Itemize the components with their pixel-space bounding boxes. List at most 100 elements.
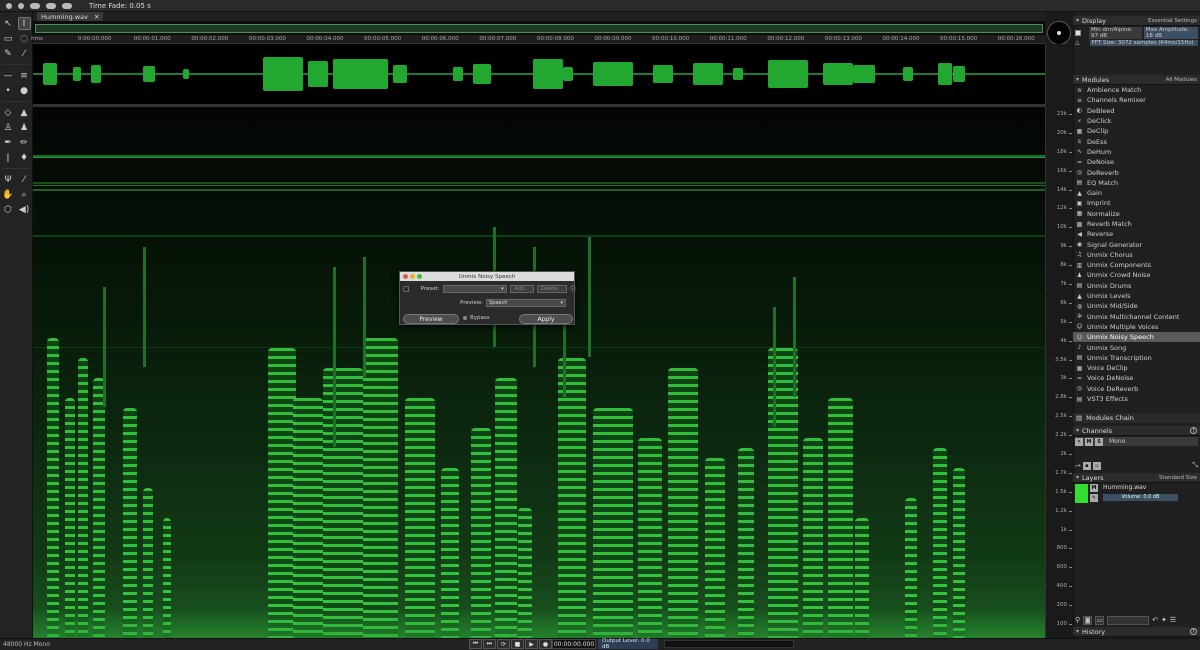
preset-icon[interactable]: ▢ — [403, 285, 410, 293]
undo-icon[interactable]: ↶ — [1152, 616, 1158, 624]
module-item[interactable]: ☺ Unmix Noisy Speech — [1073, 332, 1200, 343]
spectrogram-view[interactable] — [33, 107, 1045, 638]
tuning-fork-icon[interactable]: Ψ — [2, 173, 15, 186]
picker-icon[interactable]: ⁄ — [18, 173, 31, 186]
window-dot-icon[interactable] — [18, 2, 24, 9]
stamp-icon[interactable]: ▲ — [18, 106, 31, 119]
channels-header[interactable]: ▾ Channels ? — [1073, 426, 1200, 436]
module-item[interactable]: ✲ Unmix Multichannel Content — [1073, 312, 1200, 322]
channel-solo-button[interactable]: S — [1095, 437, 1103, 446]
link-icon[interactable]: ⇀ — [1075, 462, 1081, 470]
navigator-icon[interactable] — [1047, 21, 1071, 45]
speaker-icon[interactable]: ◀) — [18, 203, 31, 216]
sparkle-icon[interactable]: ✦ — [1161, 616, 1167, 624]
list-icon[interactable]: ☰ — [1170, 616, 1176, 624]
window-dot-icon[interactable] — [6, 2, 12, 9]
toggle-icon[interactable] — [30, 2, 40, 9]
history-field[interactable] — [1107, 615, 1150, 625]
module-item[interactable]: ▦ Voice DeClip — [1073, 363, 1200, 373]
preset-select[interactable]: ▾ — [442, 284, 507, 293]
layers-preset[interactable]: Standard Size — [1159, 475, 1197, 481]
skip-forward-icon[interactable]: ⏭ — [483, 639, 496, 649]
preview-button[interactable]: Preview — [403, 314, 459, 324]
drop-icon[interactable]: ♦ — [18, 151, 31, 164]
delete-preset-button[interactable]: Delete... — [536, 284, 567, 293]
overview-selection[interactable] — [35, 24, 1043, 33]
collapse-icon[interactable]: ▾ — [1076, 17, 1079, 24]
layer-edit-icon[interactable]: ✎ — [1090, 494, 1098, 502]
close-icon[interactable]: ✕ — [94, 13, 99, 21]
module-item[interactable]: ◀ Reverse — [1073, 229, 1200, 239]
collapse-icon[interactable]: ▾ — [1076, 628, 1079, 635]
channel-visibility-icon[interactable]: ✕ — [1075, 437, 1083, 446]
module-item[interactable]: ▦ DeClip — [1073, 126, 1200, 136]
eraser-icon[interactable]: ◇ — [2, 106, 15, 119]
time-display[interactable]: 00:00:00.000 — [552, 639, 596, 649]
collapse-icon[interactable]: ▾ — [1076, 474, 1079, 481]
module-item[interactable]: ▤ EQ Match — [1073, 178, 1200, 188]
close-window-icon[interactable] — [403, 274, 408, 279]
line-tool-icon[interactable]: — — [2, 69, 15, 82]
toggle-icon[interactable] — [62, 2, 72, 9]
module-item[interactable]: ▲ Unmix Levels — [1073, 291, 1200, 301]
clone-icon[interactable]: ♙ — [2, 121, 15, 134]
module-item[interactable]: ▲ Gain — [1073, 188, 1200, 198]
output-level[interactable]: Output Level: 0.0 dB — [598, 638, 658, 650]
modules-chain-button[interactable]: ▤ Modules Chain — [1073, 413, 1200, 423]
stop-icon[interactable]: ■ — [511, 639, 524, 649]
waveform-view[interactable] — [33, 44, 1045, 104]
layer-mute-icon[interactable]: M — [1090, 484, 1098, 492]
time-select-tool-icon[interactable]: I — [17, 17, 31, 30]
skip-back-icon[interactable]: ⏮ — [469, 639, 482, 649]
time-ruler[interactable]: hms 0:00:00.000 00:00:01.000 00:00:02.000 00… — [31, 35, 1045, 44]
pin-icon[interactable]: ⚲ — [1075, 616, 1080, 624]
module-item[interactable]: s DeEss — [1073, 136, 1200, 146]
expand-icon[interactable]: ⤡ — [1192, 461, 1198, 470]
trash-icon[interactable]: ▭ — [1095, 615, 1105, 625]
checkbox-icon[interactable] — [1075, 29, 1081, 36]
help-icon[interactable]: ⓘ — [570, 284, 576, 293]
collapse-icon[interactable]: ▾ — [1076, 76, 1079, 83]
channel-mute-button[interactable]: M — [1085, 437, 1093, 446]
module-item[interactable]: ▤ Unmix Transcription — [1073, 353, 1200, 363]
record-icon[interactable]: ● — [539, 639, 552, 649]
maximize-window-icon[interactable] — [417, 274, 422, 279]
module-item[interactable]: ▥ Unmix Components — [1073, 260, 1200, 270]
module-item[interactable]: ⚡ DeClick — [1073, 116, 1200, 126]
rect-select-icon[interactable]: ▭ — [2, 32, 15, 45]
toggle-icon[interactable] — [46, 2, 56, 9]
display-header[interactable]: ▾ Display Essential Settings — [1073, 16, 1200, 26]
dialog-titlebar[interactable]: Unmix Noisy Speech — [400, 272, 574, 281]
time-fade-label[interactable]: Time Fade: 0.05 s — [89, 2, 151, 10]
bypass-checkbox[interactable] — [463, 316, 467, 320]
module-item[interactable]: ▣ Imprint — [1073, 198, 1200, 208]
remove-layer-icon[interactable]: ▫ — [1092, 461, 1101, 470]
module-item[interactable]: ☺ Unmix Multiple Voices — [1073, 322, 1200, 332]
overview-bar[interactable] — [33, 21, 1045, 35]
module-item[interactable]: ▩ Reverb Match — [1073, 219, 1200, 229]
cube-icon[interactable]: ⬡ — [2, 203, 15, 216]
module-item[interactable]: ♪ Unmix Song — [1073, 342, 1200, 352]
collapse-icon[interactable]: ▾ — [1076, 427, 1079, 434]
loop-icon[interactable]: ⟳ — [497, 639, 510, 649]
module-item[interactable]: ◉ Signal Generator — [1073, 239, 1200, 249]
layer-volume-slider[interactable]: Volume: 0.0 dB — [1103, 494, 1178, 501]
brush-icon[interactable]: ✎ — [2, 47, 15, 60]
history-header[interactable]: ▾ History ? — [1073, 627, 1200, 637]
module-item[interactable]: ≈ DeNoise — [1073, 157, 1200, 167]
module-item[interactable]: ◎ DeReverb — [1073, 167, 1200, 177]
circle-icon[interactable]: ● — [18, 84, 31, 97]
dropper-icon[interactable]: ǀ — [2, 151, 15, 164]
lasso-icon[interactable]: ◌ — [18, 32, 31, 45]
zoom-icon[interactable]: ⌕ — [18, 188, 31, 201]
minimize-window-icon[interactable] — [410, 274, 415, 279]
wand-icon[interactable]: ⁄ — [18, 47, 31, 60]
module-item[interactable]: ≡ Channels Remixer — [1073, 95, 1200, 105]
add-layer-icon[interactable]: ▪ — [1082, 461, 1091, 470]
fft-size-field[interactable]: FFT Size: 3072 samples (64ms/15Hz) — [1089, 39, 1198, 46]
add-preset-button[interactable]: Add... — [509, 284, 534, 293]
pen-icon[interactable]: ✒ — [2, 136, 15, 149]
module-item[interactable]: ◐ DeBleed — [1073, 106, 1200, 116]
module-item[interactable]: ≋ Ambience Match — [1073, 85, 1200, 95]
triangle-icon[interactable]: △ — [1075, 39, 1080, 46]
